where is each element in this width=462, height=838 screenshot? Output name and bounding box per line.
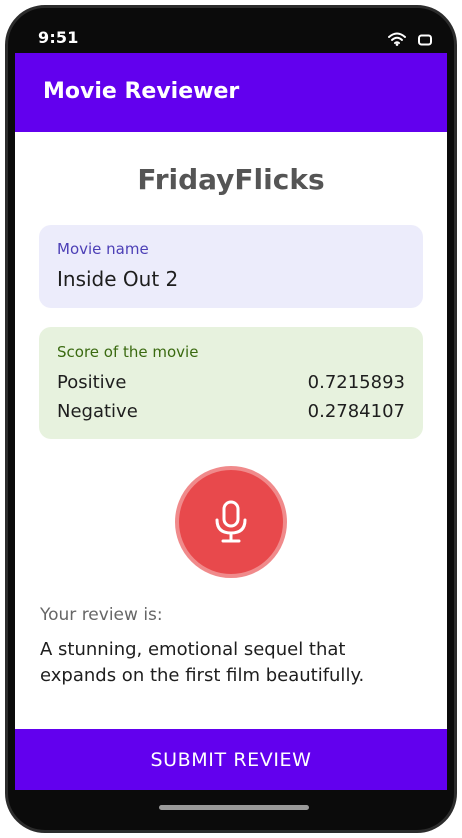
positive-value: 0.7215893 — [307, 372, 405, 393]
home-indicator[interactable] — [159, 805, 309, 810]
score-card: Score of the movie Positive 0.7215893 Ne… — [39, 327, 423, 439]
app-bar: Movie Reviewer — [15, 53, 447, 132]
battery-icon — [418, 31, 432, 50]
movie-name-caption: Movie name — [57, 240, 149, 258]
brand-title: FridayFlicks — [137, 163, 325, 196]
negative-value: 0.2784107 — [307, 401, 405, 422]
phone-frame: 9:51 Movie Reviewer FridayFlicks Movie n… — [5, 5, 457, 833]
app-screen: Movie Reviewer FridayFlicks Movie name I… — [15, 53, 447, 790]
negative-label: Negative — [57, 401, 138, 422]
status-time: 9:51 — [38, 28, 79, 47]
review-text: A stunning, emotional sequel that expand… — [40, 639, 365, 686]
score-caption: Score of the movie — [57, 343, 199, 361]
wifi-icon — [388, 31, 406, 50]
movie-name-value: Inside Out 2 — [57, 267, 179, 291]
status-icons — [388, 31, 432, 50]
review-caption: Your review is: — [40, 605, 163, 625]
record-mic-button[interactable] — [175, 466, 287, 578]
submit-review-button[interactable]: SUBMIT REVIEW — [15, 729, 447, 790]
movie-name-card: Movie name Inside Out 2 — [39, 225, 423, 308]
app-title: Movie Reviewer — [43, 79, 240, 104]
microphone-icon — [215, 500, 247, 543]
positive-label: Positive — [57, 372, 127, 393]
